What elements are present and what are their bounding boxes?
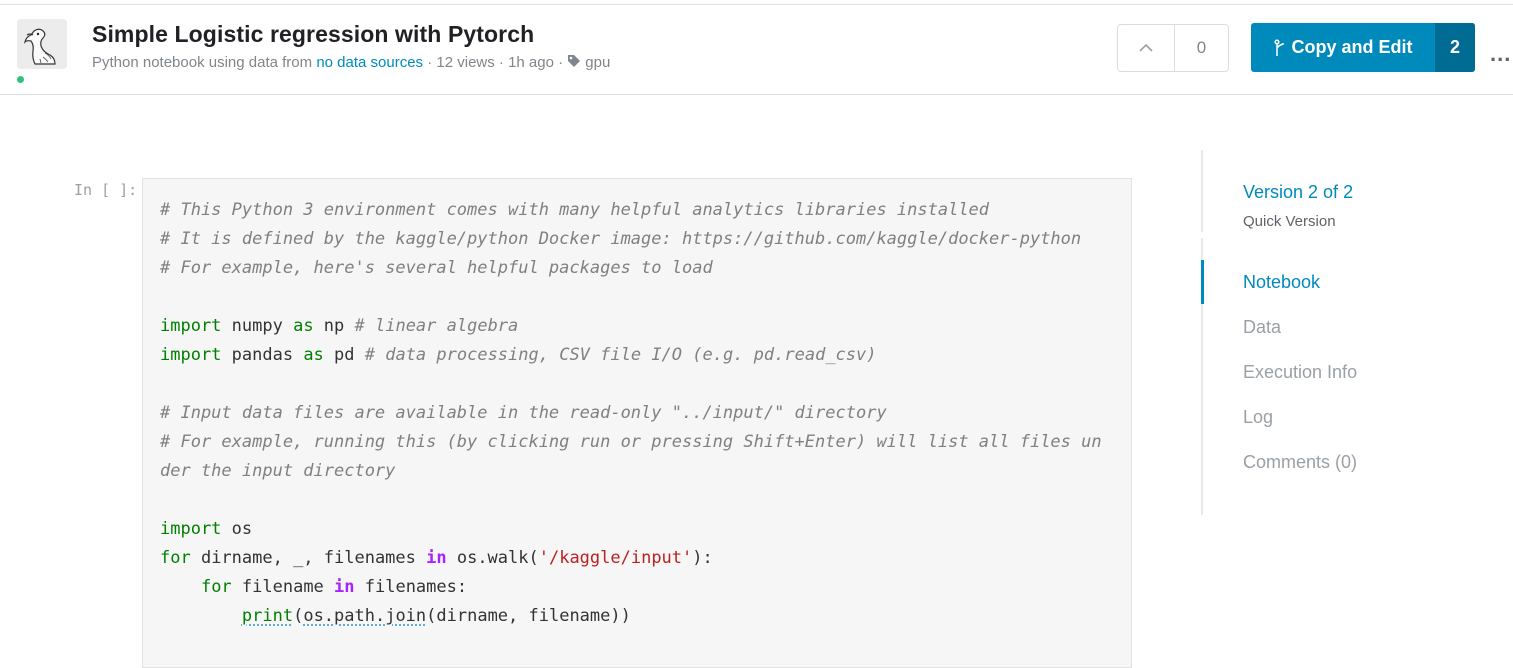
copy-and-edit-button[interactable]: Copy and Edit 2 bbox=[1251, 23, 1475, 72]
code-line: # This Python 3 environment comes with m… bbox=[160, 200, 990, 220]
data-sources-link[interactable]: no data sources bbox=[316, 54, 423, 71]
notebook-title: Simple Logistic regression with Pytorch bbox=[92, 21, 535, 47]
copy-and-edit-label: Copy and Edit bbox=[1291, 37, 1413, 57]
user-avatar[interactable] bbox=[17, 19, 67, 69]
tag-icon bbox=[567, 54, 581, 72]
code-line: # Input data files are available in the … bbox=[160, 403, 887, 423]
version-type: Quick Version bbox=[1243, 213, 1336, 230]
code-line: import os bbox=[160, 519, 253, 539]
chevron-up-icon bbox=[1139, 43, 1153, 52]
sidebar-active-indicator bbox=[1201, 260, 1204, 304]
nav-comments[interactable]: Comments (0) bbox=[1243, 452, 1357, 473]
code-line: # For example, here's several helpful pa… bbox=[160, 258, 713, 278]
code-line: # For example, running this (by clicking… bbox=[160, 432, 1102, 452]
nav-execution-info[interactable]: Execution Info bbox=[1243, 362, 1357, 383]
sidebar-rail bbox=[1201, 150, 1203, 515]
code-line: for filename in filenames: bbox=[200, 577, 468, 597]
nav-data[interactable]: Data bbox=[1243, 317, 1281, 338]
notebook-meta: Python notebook using data from no data … bbox=[92, 54, 610, 72]
code-line: # It is defined by the kaggle/python Doc… bbox=[160, 229, 1082, 249]
cell-prompt: In [ ]: bbox=[74, 181, 138, 199]
code-line: print(os.path.join(dirname, filename)) bbox=[241, 606, 631, 626]
code-line: for dirname, _, filenames in os.walk('/k… bbox=[160, 548, 713, 568]
vote-widget: 0 bbox=[1117, 24, 1229, 72]
fork-icon bbox=[1273, 38, 1284, 56]
notebook-header: Simple Logistic regression with Pytorch … bbox=[0, 5, 1513, 95]
upvote-button[interactable] bbox=[1118, 25, 1175, 71]
sidebar-rail-gap bbox=[1201, 232, 1203, 238]
copy-count[interactable]: 2 bbox=[1435, 23, 1475, 72]
nav-log[interactable]: Log bbox=[1243, 407, 1273, 428]
copy-and-edit-main[interactable]: Copy and Edit bbox=[1251, 23, 1435, 72]
version-link[interactable]: Version 2 of 2 bbox=[1243, 182, 1353, 203]
tag-gpu[interactable]: gpu bbox=[585, 54, 610, 71]
code-line: import numpy as np # linear algebra bbox=[160, 316, 519, 336]
meta-stats: · 12 views · 1h ago · bbox=[423, 54, 568, 71]
goose-avatar-icon bbox=[17, 19, 67, 69]
code-block[interactable]: # This Python 3 environment comes with m… bbox=[160, 196, 1102, 631]
nav-notebook[interactable]: Notebook bbox=[1243, 272, 1320, 293]
meta-prefix: Python notebook using data from bbox=[92, 54, 317, 71]
code-line: der the input directory bbox=[160, 461, 396, 481]
upvote-count: 0 bbox=[1196, 38, 1207, 57]
code-line: import pandas as pd # data processing, C… bbox=[160, 345, 877, 365]
more-options-button[interactable]: ... bbox=[1490, 41, 1511, 67]
status-dot bbox=[17, 76, 24, 83]
